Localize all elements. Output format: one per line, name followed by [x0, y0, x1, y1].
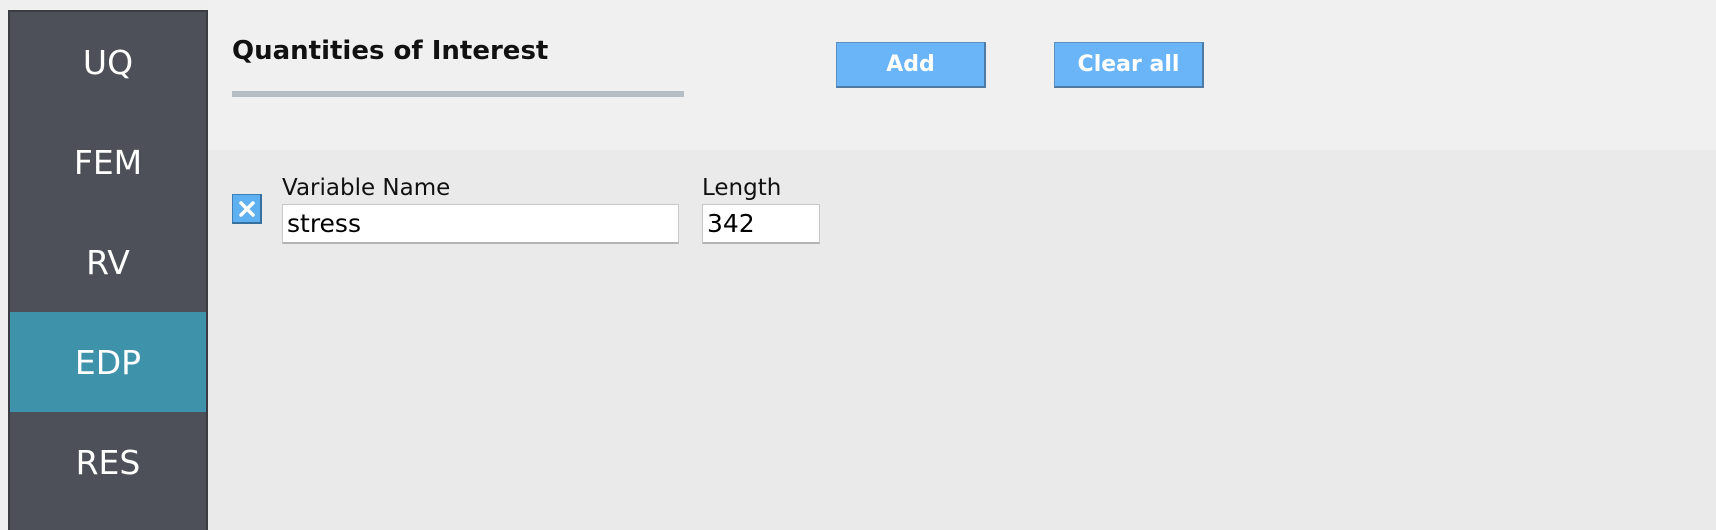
length-input[interactable]	[702, 204, 820, 244]
sidebar-item-label: RV	[86, 242, 130, 282]
sidebar-item-res[interactable]: RES	[10, 412, 206, 512]
quantities-list: Variable Name Length	[208, 150, 1716, 530]
title-underline	[232, 91, 684, 97]
sidebar-item-uq[interactable]: UQ	[10, 12, 206, 112]
variable-name-label: Variable Name	[282, 175, 451, 201]
sidebar-item-rv[interactable]: RV	[10, 212, 206, 312]
sidebar-item-edp[interactable]: EDP	[10, 312, 206, 412]
clear-all-button[interactable]: Clear all	[1054, 42, 1204, 88]
add-button[interactable]: Add	[836, 42, 986, 88]
sidebar-item-label: FEM	[73, 142, 143, 182]
variable-name-input[interactable]	[282, 204, 679, 244]
remove-quantity-button[interactable]	[232, 194, 262, 224]
length-label: Length	[702, 175, 782, 201]
app-window: UQ FEM RV EDP RES Quantities of Interest…	[0, 0, 1716, 530]
sidebar-item-label: RES	[75, 442, 141, 482]
sidebar-item-label: UQ	[82, 42, 134, 82]
sidebar: UQ FEM RV EDP RES	[8, 10, 208, 530]
close-icon	[238, 200, 255, 217]
header: Quantities of Interest Add Clear all	[208, 0, 1716, 150]
sidebar-item-label: EDP	[74, 342, 142, 382]
page-title: Quantities of Interest	[232, 36, 549, 66]
sidebar-item-fem[interactable]: FEM	[10, 112, 206, 212]
